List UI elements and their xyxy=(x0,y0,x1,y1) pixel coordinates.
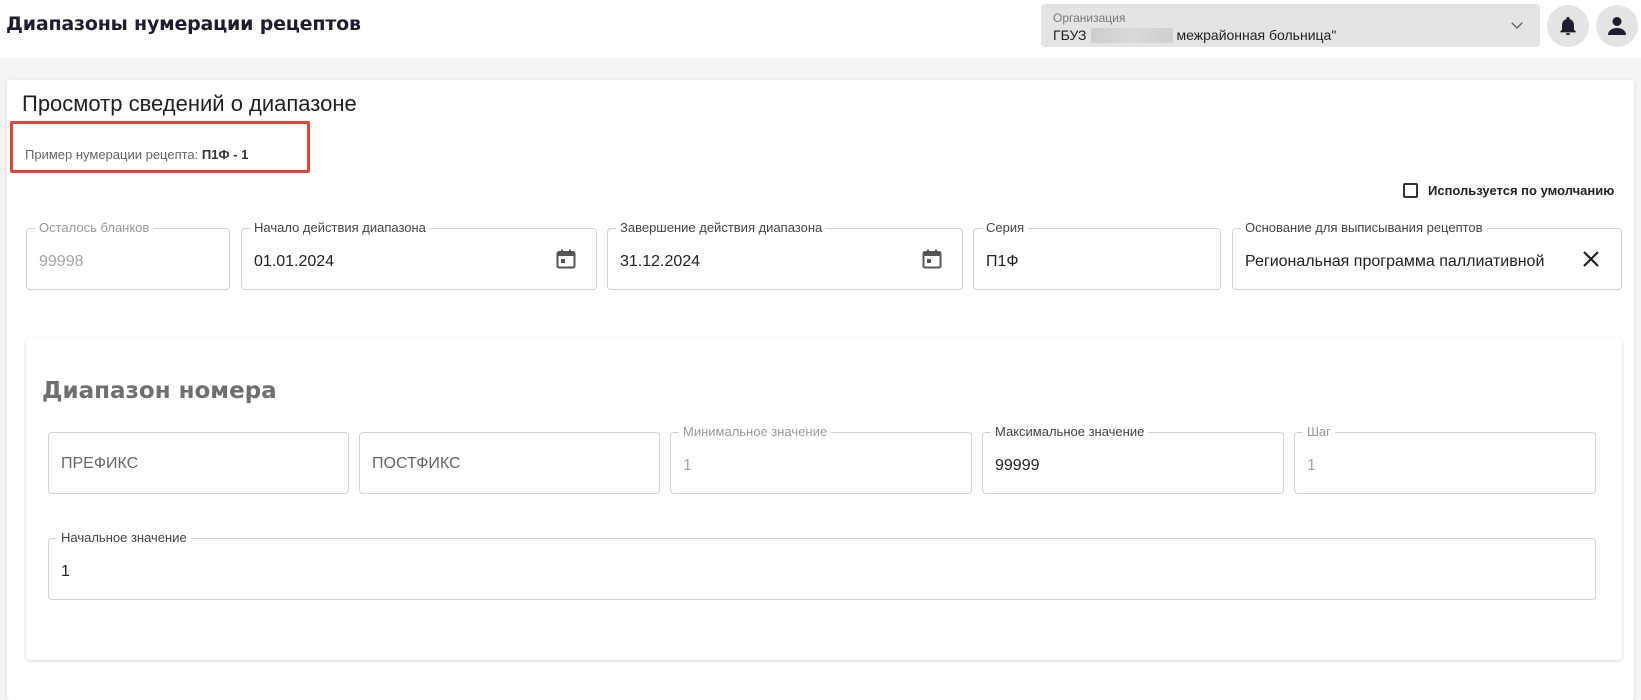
close-icon[interactable] xyxy=(1579,247,1603,271)
initial-value-field[interactable]: Начальное значение 1 xyxy=(48,530,1596,600)
step-value: 1 xyxy=(1307,457,1316,474)
remaining-blanks-label: Осталось бланков xyxy=(35,220,154,235)
prefix-input[interactable]: ПРЕФИКС xyxy=(48,432,349,494)
prescription-basis-label: Основание для выписывания рецептов xyxy=(1241,220,1487,235)
card-title: Просмотр сведений о диапазоне xyxy=(22,91,357,116)
range-end-date-field[interactable]: Завершение действия диапазона 31.12.2024 xyxy=(607,220,963,290)
prescription-basis-field[interactable]: Основание для выписывания рецептов Регио… xyxy=(1232,220,1622,290)
initial-value-label: Начальное значение xyxy=(57,530,191,545)
range-start-date-value: 01.01.2024 xyxy=(254,253,335,270)
min-value-label: Минимальное значение xyxy=(679,424,832,439)
postfix-input[interactable]: ПОСТФИКС xyxy=(359,432,660,494)
default-checkbox[interactable] xyxy=(1403,183,1418,198)
range-start-date-label: Начало действия диапазона xyxy=(250,220,430,235)
postfix-placeholder: ПОСТФИКС xyxy=(372,455,461,472)
remaining-blanks-value: 99998 xyxy=(39,253,84,270)
series-value: П1Ф xyxy=(986,253,1019,270)
range-end-date-value: 31.12.2024 xyxy=(620,253,701,270)
initial-value: 1 xyxy=(61,563,70,580)
user-profile-button[interactable] xyxy=(1596,5,1638,47)
numbering-example-value: П1Ф - 1 xyxy=(201,147,249,162)
organization-label: Организация xyxy=(1053,11,1126,25)
calendar-icon[interactable] xyxy=(920,247,944,271)
calendar-icon[interactable] xyxy=(554,247,578,271)
organization-value-suffix: межрайонная больница" xyxy=(1176,27,1337,43)
top-bar: Диапазоны нумерации рецептов Организация… xyxy=(0,0,1641,58)
min-value-field: Минимальное значение 1 xyxy=(670,424,972,494)
max-value-label: Максимальное значение xyxy=(991,424,1149,439)
default-checkbox-group[interactable]: Используется по умолчанию xyxy=(1403,183,1614,198)
numbering-example: Пример нумерации рецепта: П1Ф - 1 xyxy=(25,147,248,162)
prescription-basis-value: Региональная программа паллиативной xyxy=(1245,253,1545,270)
number-range-section: Диапазон номера ПРЕФИКС ПОСТФИКС Минимал… xyxy=(26,338,1622,660)
notifications-button[interactable] xyxy=(1547,5,1589,47)
organization-select[interactable]: Организация ГБУЗ межрайонная больница" xyxy=(1041,4,1540,47)
step-field: Шаг 1 xyxy=(1294,424,1596,494)
prefix-placeholder: ПРЕФИКС xyxy=(61,455,139,472)
step-label: Шаг xyxy=(1303,424,1335,439)
range-end-date-label: Завершение действия диапазона xyxy=(616,220,827,235)
series-field[interactable]: Серия П1Ф xyxy=(973,220,1221,290)
numbering-example-label: Пример нумерации рецепта: xyxy=(25,147,199,162)
max-value-field[interactable]: Максимальное значение 99999 xyxy=(982,424,1284,494)
range-details-card: Просмотр сведений о диапазоне Пример нум… xyxy=(7,80,1634,700)
default-checkbox-label: Используется по умолчанию xyxy=(1428,183,1615,198)
organization-value-prefix: ГБУЗ xyxy=(1053,27,1087,43)
section-title: Диапазон номера xyxy=(42,378,277,404)
organization-value: ГБУЗ межрайонная больница" xyxy=(1053,27,1336,43)
chevron-down-icon[interactable] xyxy=(1508,16,1526,34)
range-start-date-field[interactable]: Начало действия диапазона 01.01.2024 xyxy=(241,220,597,290)
remaining-blanks-field: Осталось бланков 99998 xyxy=(26,220,230,290)
numbering-example-highlight: Пример нумерации рецепта: П1Ф - 1 xyxy=(10,121,310,173)
min-value: 1 xyxy=(683,457,692,474)
series-label: Серия xyxy=(982,220,1029,235)
max-value: 99999 xyxy=(995,457,1040,474)
page-title: Диапазоны нумерации рецептов xyxy=(6,13,361,35)
user-icon xyxy=(1608,17,1626,35)
redacted-text xyxy=(1090,27,1173,43)
bell-icon xyxy=(1560,16,1576,36)
